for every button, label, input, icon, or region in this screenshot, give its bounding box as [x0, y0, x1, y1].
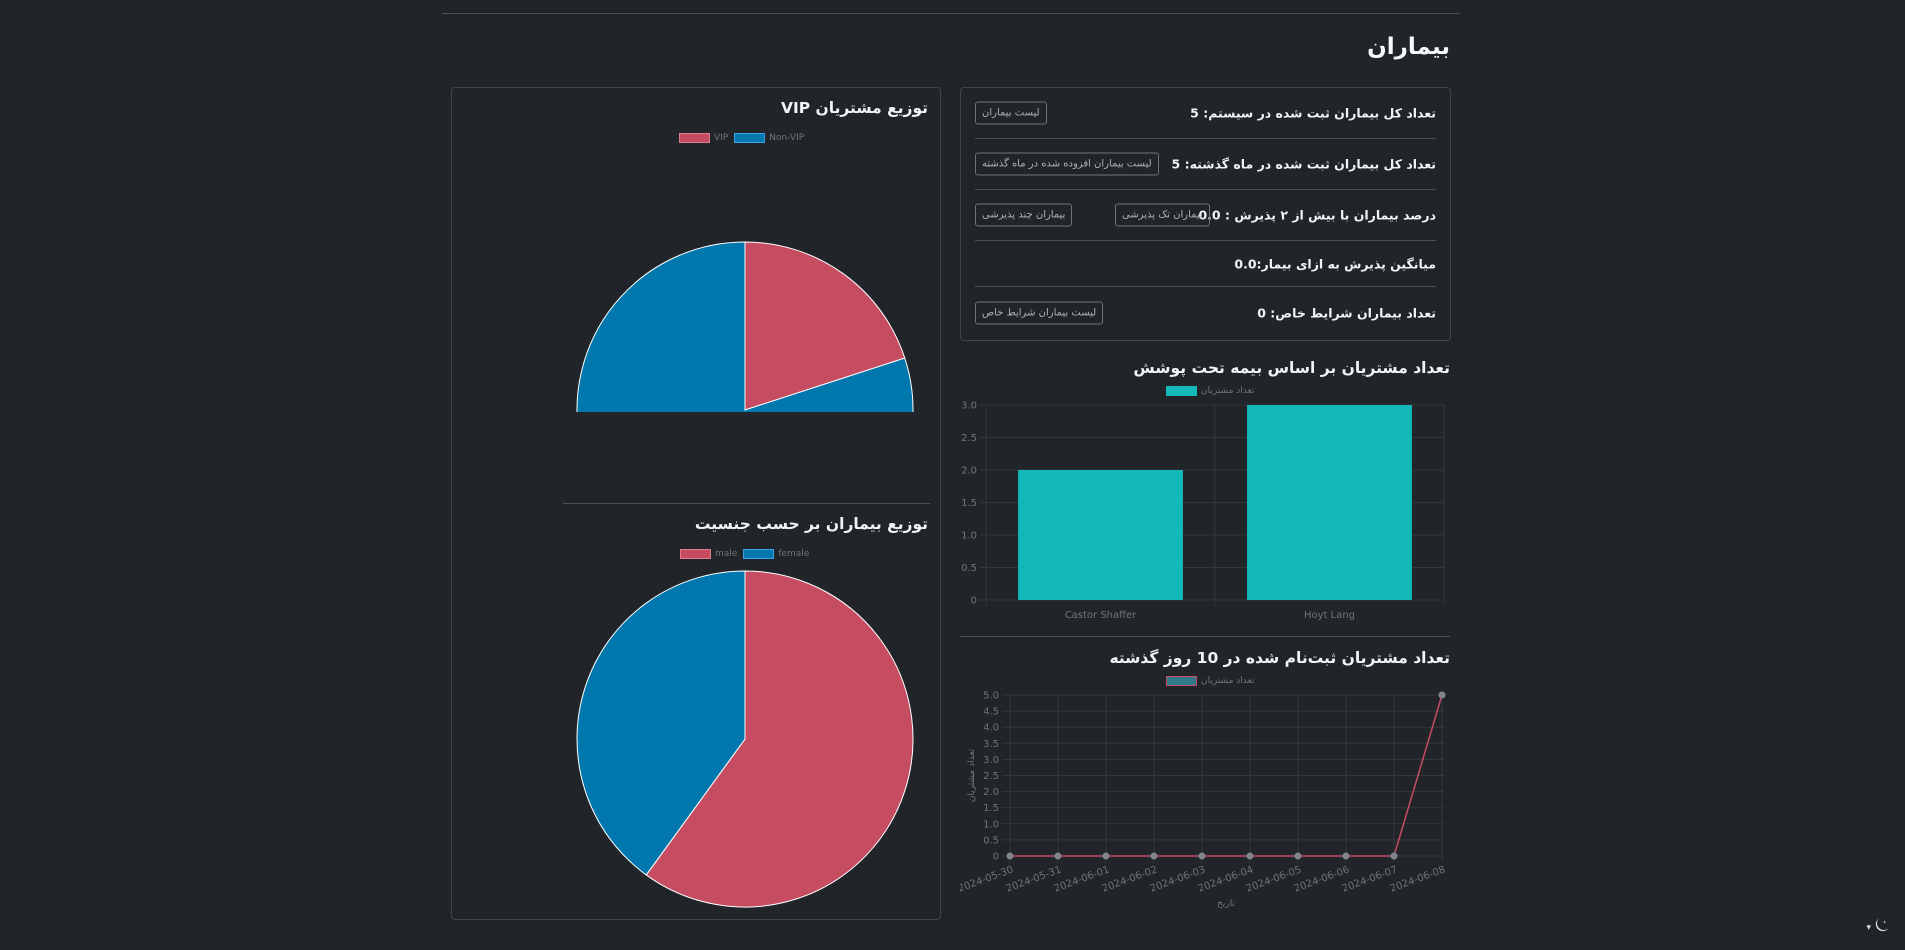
legend-item-registrations[interactable]: تعداد مشتریان [1166, 676, 1254, 686]
bar-y-tick-label: 1.5 [961, 498, 977, 509]
bar-y-tick-label: 2.0 [961, 466, 977, 477]
bar-y-tick-label: 0 [971, 596, 977, 607]
bar-castor-shaffer[interactable] [1018, 470, 1183, 600]
bar-x-tick-label: Castor Shaffer [1065, 610, 1138, 621]
line-y-axis-label: تعداد مشتریان [967, 748, 977, 802]
legend-label-registrations: تعداد مشتریان [1201, 676, 1255, 686]
registrations-chart-title: تعداد مشتریان ثبت‌نام شده در 10 روز گذشت… [1109, 649, 1450, 667]
bar-y-tick-label: 3.0 [961, 401, 977, 412]
insurance-chart-legend[interactable]: تعداد مشتریان [1166, 386, 1254, 396]
legend-label-vip: VIP [714, 133, 729, 143]
line-point[interactable] [1006, 852, 1014, 860]
insurance-chart-title: تعداد مشتریان بر اساس بیمه تحت پوشش [1133, 359, 1450, 377]
legend-item-male[interactable]: male [680, 549, 737, 559]
bar-x-tick-label: Hoyt Lang [1304, 610, 1355, 621]
line-y-tick-label: 1.0 [983, 819, 999, 830]
line-y-tick-label: 1.5 [983, 803, 999, 814]
stat-row-multi-admission: درصد بیماران با بیش از ۲ پذیرش : 0.0 بیم… [975, 190, 1436, 241]
legend-item-nonvip[interactable]: Non-VIP [734, 133, 804, 143]
line-y-tick-label: 2.0 [983, 787, 999, 798]
line-point[interactable] [1390, 852, 1398, 860]
legend-swatch-registrations [1166, 676, 1197, 686]
line-x-tick-label: 2024-06-08 [1389, 864, 1447, 894]
bar-y-tick-label: 1.0 [961, 531, 977, 542]
legend-label-male: male [715, 549, 738, 559]
registrations-line-chart[interactable]: 00.51.01.52.02.53.03.54.04.55.02024-05-3… [960, 688, 1455, 920]
line-y-tick-label: 3.0 [983, 755, 999, 766]
stat-special-label: تعداد بیماران شرایط خاص: 0 [1257, 305, 1436, 320]
line-y-tick-label: 0.5 [983, 835, 999, 846]
registrations-chart-legend[interactable]: تعداد مشتریان [1166, 676, 1254, 686]
stat-row-special: تعداد بیماران شرایط خاص: 0 لیست بیماران … [975, 287, 1436, 338]
legend-item-female[interactable]: female [743, 549, 809, 559]
line-point[interactable] [1438, 691, 1446, 699]
gender-pie-chart[interactable] [452, 568, 942, 913]
stats-card: تعداد کل بیماران ثبت شده در سیستم: 5 لیس… [960, 87, 1451, 341]
line-point[interactable] [1150, 852, 1158, 860]
line-point[interactable] [1198, 852, 1206, 860]
stat-last-month-label: تعداد کل بیماران ثبت شده در ماه گذشته: 5 [1171, 156, 1436, 172]
stat-multi-admission-label: درصد بیماران با بیش از ۲ پذیرش : 0.0 [1198, 207, 1436, 223]
line-y-tick-label: 2.5 [983, 771, 999, 782]
line-point[interactable] [1342, 852, 1350, 860]
line-y-tick-label: 4.5 [983, 707, 999, 718]
stat-row-last-month: تعداد کل بیماران ثبت شده در ماه گذشته: 5… [975, 139, 1436, 190]
legend-item-customers[interactable]: تعداد مشتریان [1166, 386, 1254, 396]
page-title: بیماران [1367, 34, 1450, 60]
stat-average-label: میانگین پذیرش به ازای بیمار:0.0 [1234, 256, 1436, 271]
pie-charts-card: توزیع مشتریان VIP VIP Non-VIP توزیع بیما… [451, 87, 941, 920]
line-point[interactable] [1246, 852, 1254, 860]
line-y-tick-label: 0 [993, 852, 999, 863]
legend-label-female: female [778, 549, 810, 559]
stat-row-average: میانگین پذیرش به ازای بیمار:0.0 [975, 241, 1436, 287]
legend-label-customers: تعداد مشتریان [1201, 386, 1255, 396]
vip-pie-chart[interactable] [452, 152, 942, 412]
patients-list-button[interactable]: لیست بیماران [975, 101, 1047, 125]
legend-item-vip[interactable]: VIP [679, 133, 728, 143]
legend-swatch-nonvip [734, 133, 766, 143]
legend-swatch-vip [679, 133, 710, 143]
line-point[interactable] [1054, 852, 1062, 860]
special-conditions-list-button[interactable]: لیست بیماران شرایط خاص [975, 301, 1104, 324]
vip-chart-title: توزیع مشتریان VIP [781, 99, 928, 117]
legend-label-nonvip: Non-VIP [769, 133, 805, 143]
single-admission-button[interactable]: بیماران تک پذیرشی [1115, 203, 1210, 227]
caret-down-icon: ▾ [1866, 923, 1871, 933]
insurance-bar-chart[interactable]: 0 0.5 1.0 1.5 2.0 2.5 3.0 Castor Shaffer Hoyt La… [960, 396, 1455, 621]
line-y-tick-label: 5.0 [983, 691, 999, 702]
legend-swatch-customers [1166, 386, 1197, 396]
bar-y-tick-label: 2.5 [961, 433, 977, 444]
gender-chart-legend[interactable]: male female [680, 549, 809, 559]
line-point[interactable] [1102, 852, 1110, 860]
bar-hoyt-lang[interactable] [1247, 405, 1412, 600]
pie-divider [563, 503, 930, 504]
line-x-axis-label: تاریخ [1217, 899, 1235, 909]
line-y-tick-label: 3.5 [983, 739, 999, 750]
line-y-tick-label: 4.0 [983, 723, 999, 734]
bar-y-tick-label: 0.5 [961, 563, 977, 574]
stat-row-total: تعداد کل بیماران ثبت شده در سیستم: 5 لیس… [975, 88, 1436, 139]
charts-divider [960, 636, 1450, 637]
multi-admission-button[interactable]: بیماران چند پذیرشی [975, 203, 1073, 227]
gender-chart-title: توزیع بیماران بر حسب جنسیت [694, 515, 928, 533]
moon-icon [1873, 918, 1889, 938]
line-point[interactable] [1294, 852, 1302, 860]
legend-swatch-male [680, 549, 711, 559]
last-month-list-button[interactable]: لیست بیماران افزوده شده در ماه گذشته [975, 152, 1159, 176]
vip-chart-legend[interactable]: VIP Non-VIP [679, 133, 804, 143]
theme-toggle[interactable]: ▾ [1866, 918, 1889, 938]
top-divider [442, 13, 1460, 14]
stat-total-label: تعداد کل بیماران ثبت شده در سیستم: 5 [1190, 105, 1436, 121]
legend-swatch-female [743, 549, 775, 559]
